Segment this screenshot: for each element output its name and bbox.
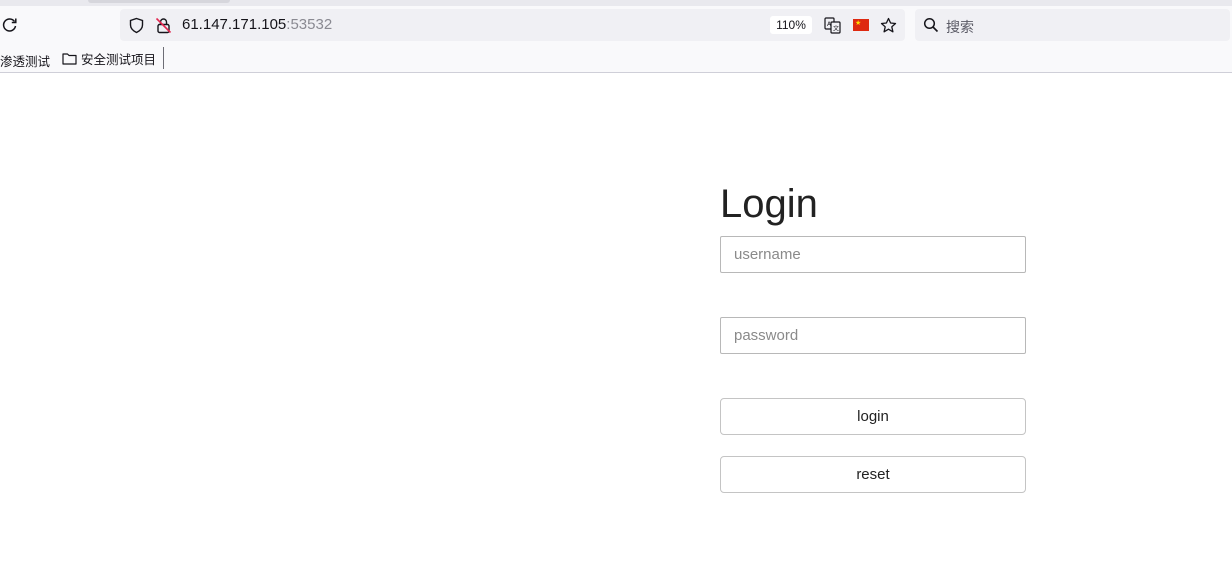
url-host: 61.147.171.105 bbox=[182, 16, 287, 33]
password-input[interactable] bbox=[720, 317, 1026, 354]
url-port: :53532 bbox=[286, 16, 333, 33]
search-bar[interactable]: 搜索 bbox=[915, 9, 1230, 41]
bookmark-folder-label: 安全测试项目 bbox=[81, 53, 157, 67]
svg-text:文: 文 bbox=[833, 25, 839, 33]
bookmark-item[interactable]: 渗透测试 bbox=[0, 51, 50, 70]
folder-icon bbox=[62, 53, 77, 65]
active-tab-edge[interactable] bbox=[88, 0, 230, 3]
address-bar[interactable]: 61.147.171.105:53532 110% A 文 ★ bbox=[120, 9, 905, 41]
navigation-toolbar: 61.147.171.105:53532 110% A 文 ★ 搜索 bbox=[0, 6, 1232, 44]
page-content: Login login reset bbox=[0, 73, 1232, 572]
lock-warning-icon[interactable] bbox=[155, 17, 172, 34]
china-flag-icon[interactable]: ★ bbox=[853, 19, 869, 31]
search-placeholder: 搜索 bbox=[946, 19, 974, 35]
flag-star-icon: ★ bbox=[855, 20, 862, 27]
bookmark-folder[interactable]: 安全测试项目 bbox=[62, 49, 156, 68]
search-icon bbox=[923, 17, 939, 33]
reset-button[interactable]: reset bbox=[720, 456, 1026, 493]
url-text[interactable]: 61.147.171.105:53532 bbox=[182, 16, 332, 33]
star-icon[interactable] bbox=[880, 17, 897, 34]
shield-icon[interactable] bbox=[128, 17, 145, 34]
login-button[interactable]: login bbox=[720, 398, 1026, 435]
page-title: Login bbox=[720, 182, 818, 226]
bookmarks-toolbar: 渗透测试 安全测试项目 bbox=[0, 44, 1232, 73]
bookmarks-separator bbox=[163, 47, 164, 69]
reload-icon[interactable] bbox=[0, 15, 20, 35]
username-input[interactable] bbox=[720, 236, 1026, 273]
zoom-indicator[interactable]: 110% bbox=[770, 16, 812, 34]
translate-icon[interactable]: A 文 bbox=[824, 17, 841, 34]
